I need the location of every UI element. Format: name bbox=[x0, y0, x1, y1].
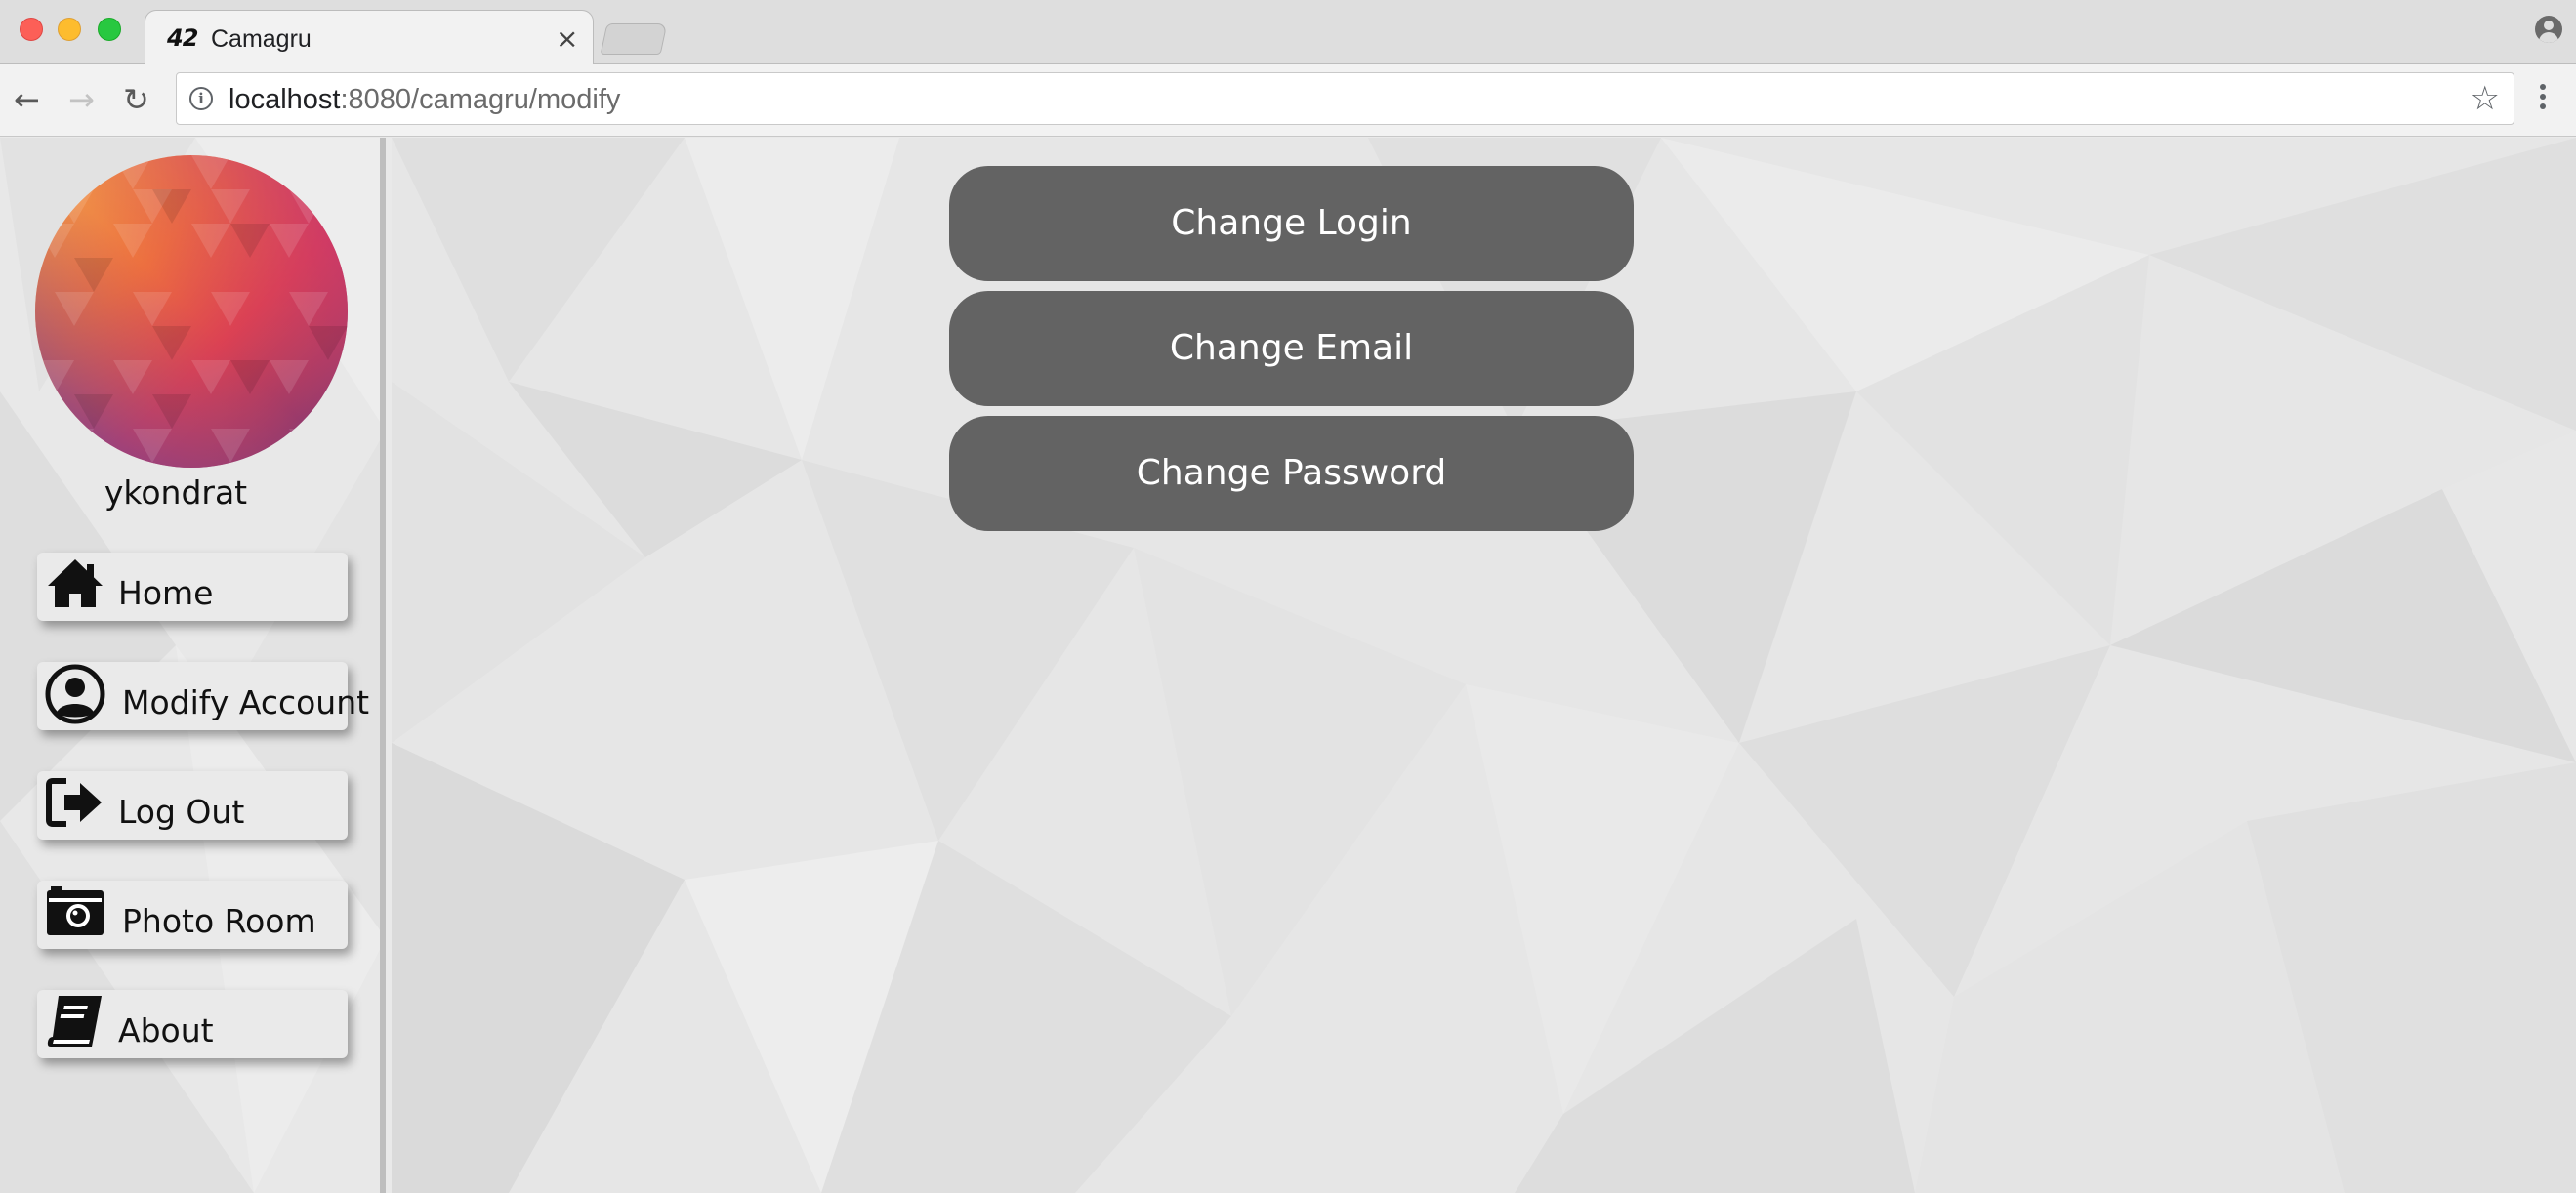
star-icon[interactable]: ☆ bbox=[2471, 79, 2500, 118]
page-content: ykondrat Home Modify Account Log Out Pho… bbox=[0, 138, 2576, 1193]
sidebar-item-label: Modify Account bbox=[122, 683, 370, 721]
main-content: Change Login Change Email Change Passwor… bbox=[392, 138, 2576, 1193]
camera-icon bbox=[47, 886, 104, 935]
sign-out-icon bbox=[46, 778, 102, 827]
tab-title: Camagru bbox=[211, 25, 312, 53]
url-host: localhost bbox=[229, 84, 341, 115]
change-login-button[interactable]: Change Login bbox=[949, 166, 1634, 281]
tab-close-icon[interactable]: × bbox=[556, 22, 578, 55]
user-circle-icon bbox=[45, 664, 105, 724]
sidebar-item-label: Log Out bbox=[118, 793, 245, 831]
book-icon bbox=[47, 996, 102, 1047]
url-text[interactable]: localhost:8080/camagru/modify bbox=[229, 84, 620, 116]
window-minimize-button[interactable] bbox=[58, 18, 81, 41]
window-maximize-button[interactable] bbox=[98, 18, 121, 41]
browser-tab-strip: 42 Camagru × bbox=[0, 0, 2576, 65]
profile-icon[interactable] bbox=[2535, 16, 2562, 43]
change-email-button[interactable]: Change Email bbox=[949, 291, 1634, 406]
avatar bbox=[35, 155, 348, 468]
reload-icon[interactable]: ↻ bbox=[123, 80, 149, 119]
home-icon bbox=[48, 559, 103, 607]
change-password-button[interactable]: Change Password bbox=[949, 416, 1634, 531]
favicon-icon: 42 bbox=[167, 24, 198, 52]
back-arrow-icon[interactable]: ← bbox=[14, 80, 40, 119]
info-icon[interactable]: i bbox=[189, 87, 213, 110]
sidebar-item-label: Photo Room bbox=[122, 902, 316, 940]
sidebar-item-label: Home bbox=[118, 574, 214, 612]
url-path: :8080/camagru/modify bbox=[340, 84, 621, 115]
browser-tab[interactable]: 42 Camagru × bbox=[145, 10, 594, 65]
sidebar: ykondrat Home Modify Account Log Out Pho… bbox=[0, 138, 386, 1193]
sidebar-item-log-out[interactable]: Log Out bbox=[37, 771, 348, 840]
sidebar-item-home[interactable]: Home bbox=[37, 553, 348, 621]
kebab-menu-icon[interactable] bbox=[2540, 84, 2548, 113]
sidebar-item-about[interactable]: About bbox=[37, 990, 348, 1058]
sidebar-item-photo-room[interactable]: Photo Room bbox=[37, 881, 348, 949]
sidebar-item-label: About bbox=[118, 1011, 214, 1049]
new-tab-button[interactable] bbox=[600, 23, 668, 55]
forward-arrow-icon[interactable]: → bbox=[68, 80, 95, 119]
username-label: ykondrat bbox=[104, 473, 248, 512]
window-close-button[interactable] bbox=[20, 18, 43, 41]
address-bar[interactable]: i localhost:8080/camagru/modify ☆ bbox=[176, 72, 2514, 125]
sidebar-item-modify-account[interactable]: Modify Account bbox=[37, 662, 369, 730]
browser-toolbar: ← → ↻ i localhost:8080/camagru/modify ☆ bbox=[0, 64, 2576, 137]
